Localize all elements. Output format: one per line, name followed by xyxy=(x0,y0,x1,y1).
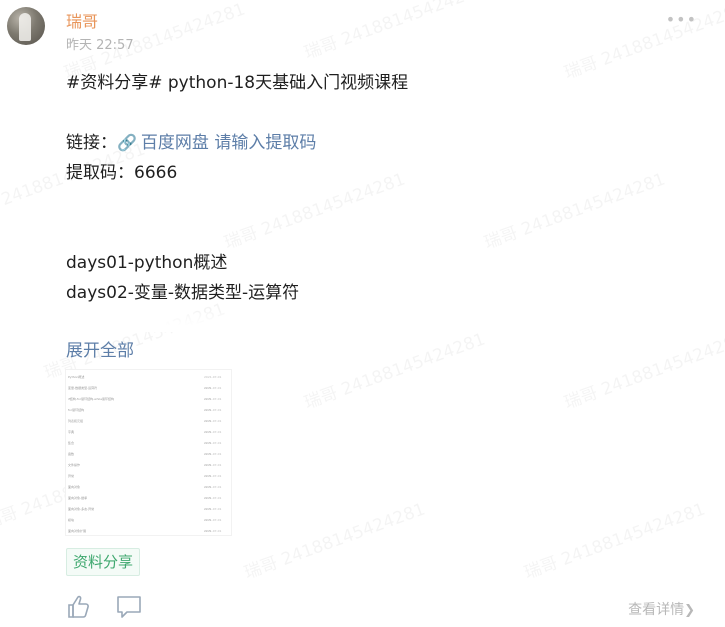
thumbnail-row: Python概述 2021-07-01 22:5 xyxy=(68,372,228,390)
thumbnail-row-name: 文件操作 xyxy=(68,463,81,467)
thumbnail-row: 异常 2021-07-01 22:5 xyxy=(68,471,228,489)
view-details-link[interactable]: 查看详情❯ xyxy=(628,599,695,619)
post-title-line: #资料分享# python-18天基础入门视频课程 xyxy=(66,73,409,93)
thumbnail-row: if结构-for循环结构-while循环结构 2021-07-01 22:5 xyxy=(68,394,228,412)
thumbnail-row-name: 模块 xyxy=(68,518,75,522)
thumbs-up-icon[interactable] xyxy=(66,594,92,620)
content-fade xyxy=(66,312,516,332)
thumbnail-row: 面向对象扩展 2021-07-01 22:5 xyxy=(68,526,228,535)
thumbnail-row-name: 集合 xyxy=(68,441,75,445)
baidu-pan-link[interactable]: 百度网盘 请输入提取码 xyxy=(141,133,316,153)
thumbnail-row: 面向对象-继承 2021-07-01 22:5 xyxy=(68,493,228,511)
link-icon: 🔗 xyxy=(117,133,137,152)
post-content: #资料分享# python-18天基础入门视频课程 链接：🔗 百度网盘 请输入提取… xyxy=(66,68,686,308)
more-options-button[interactable]: ••• xyxy=(666,10,697,29)
thumbnail-row-name: 字典 xyxy=(68,430,75,434)
attachment-thumbnail[interactable]: Python概述 2021-07-01 22:5 变量-数据类型-运算符 2021-0… xyxy=(66,370,231,535)
link-prefix: 链接： xyxy=(66,133,117,153)
view-details-label: 查看详情 xyxy=(628,602,685,618)
thumbnail-row-name: 面向对象-多态-异常 xyxy=(68,507,95,511)
thumbnail-row: 集合 2021-07-01 22:5 xyxy=(68,438,228,456)
thumbnail-row-name: 面向对象扩展 xyxy=(68,529,87,533)
topic-tag[interactable]: 资料分享 xyxy=(66,548,141,576)
thumbnail-row-name: for循环结构 xyxy=(68,408,85,412)
thumbnail-row-name: 面向对象-继承 xyxy=(68,496,88,500)
thumbnail-row-name: 变量-数据类型-运算符 xyxy=(68,386,98,390)
post-time: 昨天 22:57 xyxy=(66,38,134,53)
thumbnail-row: 模块 2021-07-01 22:5 xyxy=(68,515,228,533)
thumbnail-row: 函数 2021-07-01 22:5 xyxy=(68,449,228,467)
thumbnail-row-name: 列表和元组 xyxy=(68,419,84,423)
comment-icon[interactable] xyxy=(116,595,142,619)
thumbnail-row: for循环结构 2021-07-01 22:5 xyxy=(68,405,228,423)
thumbnail-row: 面向对象-多态-异常 2021-07-01 22:5 xyxy=(68,504,228,522)
extract-code-line: 提取码：6666 xyxy=(66,163,178,183)
thumbnail-row: 列表和元组 2021-07-01 22:5 xyxy=(68,416,228,434)
thumbnail-row-name: 函数 xyxy=(68,452,75,456)
day1-line: days01-python概述 xyxy=(66,253,228,273)
thumbnail-row-name: Python概述 xyxy=(68,375,85,379)
thumbnail-row-name: 异常 xyxy=(68,474,75,478)
expand-all-link[interactable]: 展开全部 xyxy=(66,336,134,361)
thumbnail-row: 文件操作 2021-07-01 22:5 xyxy=(68,460,228,478)
thumbnail-row-date: 2021-07-01 22:5 xyxy=(204,529,222,533)
day2-line: days02-变量-数据类型-运算符 xyxy=(66,283,300,303)
thumbnail-row-name: 面向对象 xyxy=(68,485,81,489)
chevron-right-icon: ❯ xyxy=(684,603,695,618)
thumbnail-row: 变量-数据类型-运算符 2021-07-01 22:5 xyxy=(68,383,228,401)
thumbnail-row: 字典 2021-07-01 22:5 xyxy=(68,427,228,445)
thumbnail-row-name: if结构-for循环结构-while循环结构 xyxy=(68,397,115,401)
thumbnail-row: 面向对象 2021-07-01 22:5 xyxy=(68,482,228,500)
post-card: 瑞哥 昨天 22:57 ••• #资料分享# python-18天基础入门视频课… xyxy=(0,0,725,627)
avatar[interactable] xyxy=(7,7,45,45)
author-name[interactable]: 瑞哥 xyxy=(66,8,98,32)
link-line: 链接：🔗 百度网盘 请输入提取码 xyxy=(66,128,686,158)
